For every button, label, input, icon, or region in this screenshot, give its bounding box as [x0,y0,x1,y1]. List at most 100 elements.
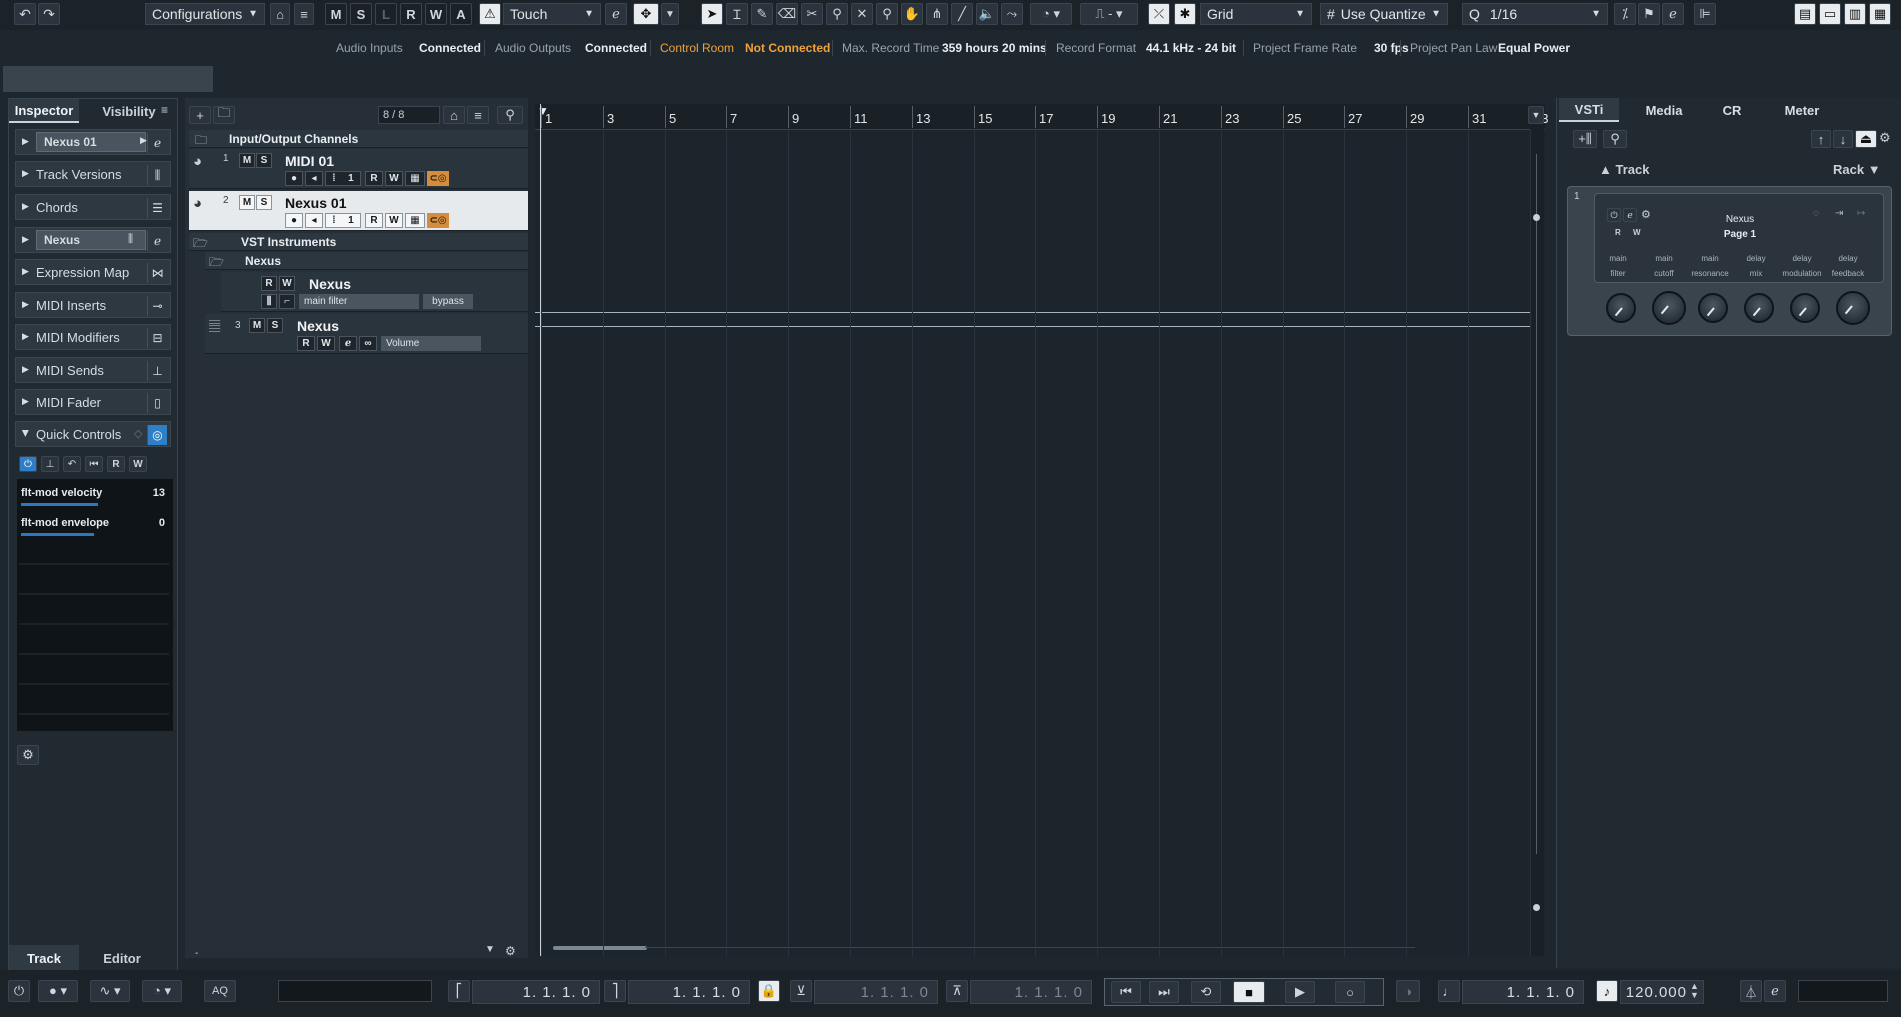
quantize-panel-button[interactable]: ⚑ [1638,3,1660,25]
tab-editor[interactable]: Editor [87,945,157,971]
read-all-button[interactable]: R [400,3,422,25]
project-activate-button[interactable]: ⏻ [8,980,30,1002]
write-automation-button[interactable]: W [279,276,295,291]
metronome-click-button[interactable]: ♩ [1438,980,1460,1002]
add-track-button[interactable]: + [189,106,211,124]
hand-tool[interactable]: ✋ [901,3,923,25]
track-name[interactable]: Nexus 01 [285,195,346,211]
object-selection-tool[interactable]: ➤ [701,3,723,25]
qc-learn-button[interactable]: ⊥ [41,456,59,472]
record-enable-button[interactable]: ● [285,213,303,228]
mute-all-button[interactable]: M [325,3,347,25]
tab-inspector[interactable]: Inspector [9,99,79,123]
click-settings-button[interactable]: ⏃ [1740,980,1762,1002]
read-automation-button[interactable]: R [261,276,277,291]
r-label[interactable]: R [1615,228,1621,237]
track-sort-header[interactable]: ▲ Track [1599,162,1649,177]
timewarp-tool[interactable]: ⋔ [926,3,948,25]
solo-button[interactable]: S [256,195,272,210]
line-tool[interactable]: ╱ [951,3,973,25]
punch-in-button[interactable]: ⊻ [790,980,812,1002]
tab-visibility[interactable]: Visibility [89,99,169,123]
scrollbar-thumb[interactable] [553,946,647,950]
folder-track-nexus[interactable]: 🗁 Nexus [205,252,528,270]
vertical-zoom-handle[interactable] [1533,214,1540,221]
folder-track-vsti[interactable]: 🗁 VST Instruments [189,233,528,251]
read-automation-button[interactable]: R [365,213,383,228]
monitor-button[interactable]: ◂ [305,171,323,186]
parameter-value[interactable]: bypass [423,294,473,309]
record-mode-button[interactable]: ● ▾ [38,980,78,1002]
folder-track-io[interactable]: 🗀 Input/Output Channels [189,130,528,148]
add-folder-button[interactable]: 🗀 [213,105,235,124]
quick-control-2[interactable]: flt-mod envelope 0 [21,517,169,536]
lower-zone-toggle[interactable]: ▭ [1819,3,1841,25]
solo-button[interactable]: S [267,318,283,333]
vertical-zoom-handle-2[interactable] [1533,904,1540,911]
undo-button[interactable]: ↶ [14,3,36,25]
play-tool[interactable]: 🔈 [976,3,998,25]
rack-search-button[interactable]: ⚲ [1603,130,1627,148]
pan-law-value[interactable]: Equal Power [1498,41,1570,55]
snap-type-icon-button[interactable]: ✱ [1174,3,1196,25]
color-menu-button[interactable]: ◔ ▾ [1030,3,1072,25]
audio-outputs-value[interactable]: Connected [585,41,647,55]
track-name[interactable]: Nexus [297,318,339,334]
vertical-zoom-strip[interactable] [1530,124,1544,956]
tempo-track-button[interactable]: ♪ [1596,980,1618,1002]
iterative-quantize-button[interactable]: ⁒ [1614,3,1636,25]
track-midi-01[interactable]: ◕ 1 M S MIDI 01 ● ◂ ⁞ 1 R W ▦ ⊂◎ [189,149,528,189]
right-zone-toggle[interactable]: ▥ [1844,3,1866,25]
primary-time-display[interactable]: 1. 1. 1. 0 [1462,980,1584,1004]
click-edit-button[interactable]: ℯ [1764,980,1786,1002]
left-locator-field[interactable]: 1. 1. 1. 0 [472,980,600,1004]
stop-button[interactable]: ■ [1233,981,1265,1003]
tab-vsti[interactable]: VSTi [1559,98,1619,122]
frame-rate-value[interactable]: 30 fps [1374,41,1409,55]
record-button[interactable]: ○ [1335,981,1365,1003]
quick-controls-focus-icon[interactable]: ◎ [147,425,167,445]
section-midi-inserts[interactable]: ▶ MIDI Inserts ⊸ [15,292,171,318]
edit-instrument-icon[interactable]: ℯ [147,133,167,153]
gear-icon[interactable]: ⚙ [505,944,516,958]
show-lanes-button[interactable]: ⫼ [261,294,277,309]
project-window-event-display[interactable]: ▼ 13579111315171921232527293133 ▼ [535,104,1548,956]
zoom-tool[interactable]: ⚲ [876,3,898,25]
midi-activity-button[interactable]: ◔ ▾ [142,980,182,1002]
ruler-menu-button[interactable]: ▼ [1528,106,1544,124]
cycle-button[interactable]: ⟲ [1191,981,1221,1003]
tab-control-room[interactable]: CR [1707,98,1757,122]
audio-inputs-value[interactable]: Connected [419,41,481,55]
track-name[interactable]: Nexus [309,276,351,292]
lock-button[interactable]: 🔒 [758,980,780,1002]
parameter-menu-button[interactable]: ⌐ [279,294,295,309]
track-presets-button[interactable]: ≡ [467,106,489,124]
left-zone-toggle[interactable]: ▤ [1794,3,1816,25]
right-locator-field[interactable]: 1. 1. 1. 0 [628,980,750,1004]
edit-instrument-button[interactable]: ℯ [339,336,357,351]
erase-tool[interactable]: ⌫ [776,3,798,25]
comp-tool[interactable]: ⤳ [1001,3,1023,25]
visibility-agents-button[interactable]: ⌂ [443,106,465,124]
w-label[interactable]: W [1633,228,1641,237]
midi-channel-field[interactable]: ⁞ 1 [325,213,361,228]
punch-in-field[interactable]: 1. 1. 1. 0 [814,980,938,1004]
configurations-select[interactable]: Configurations ▼ [145,3,265,25]
qc-write-button[interactable]: W [129,456,147,472]
home-button[interactable]: ⌂ [270,3,290,25]
quick-control-knob-5[interactable] [1790,293,1820,323]
link-icon[interactable]: ◌ [1813,208,1819,219]
midi-channel-field[interactable]: ⁞ 1 [325,171,361,186]
automation-panel-button[interactable]: A [450,3,472,25]
translate-button[interactable]: ⊂◎ [427,213,449,228]
quick-control-knob-4[interactable] [1744,293,1774,323]
add-instrument-button[interactable]: +⫼ [1573,130,1597,148]
mute-button[interactable]: M [239,195,255,210]
glue-tool[interactable]: ⚲ [826,3,848,25]
read-automation-button[interactable]: R [297,336,315,351]
read-automation-button[interactable]: R [365,171,383,186]
mute-tool[interactable]: ✕ [851,3,873,25]
input-icon[interactable]: ⇥ [1835,208,1843,219]
rack-header[interactable]: Rack ▼ [1833,162,1881,177]
track-search-button[interactable]: ⚲ [497,106,523,124]
